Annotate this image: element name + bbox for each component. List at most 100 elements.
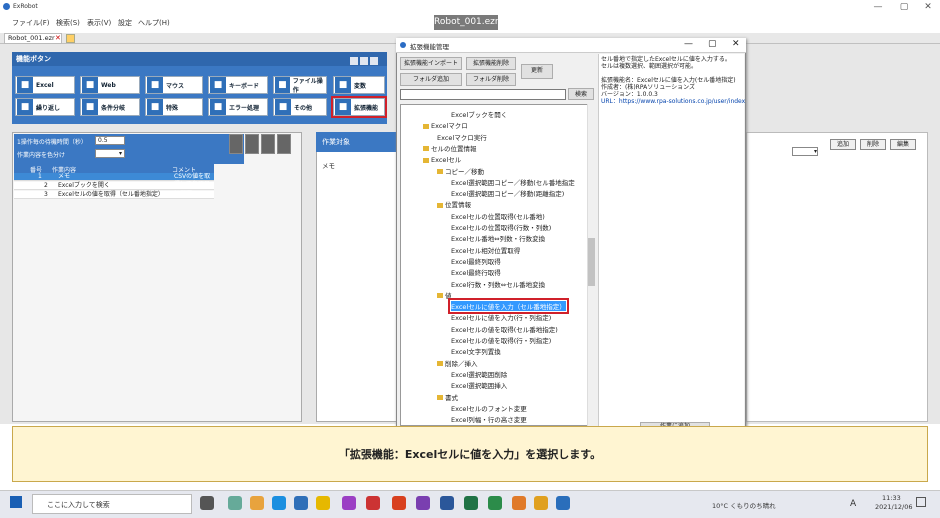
butterfly-icon[interactable] [250, 496, 264, 510]
wait-time-input[interactable]: 0.5 [95, 136, 125, 145]
tree-scroll-thumb[interactable] [588, 238, 595, 286]
tree-folder[interactable]: セルの位置情報 [423, 143, 477, 153]
tree-folder[interactable]: 値 [437, 290, 452, 300]
tree-item[interactable]: Excel選択範囲コピー／移動(距離指定) [451, 188, 564, 198]
tree-item[interactable]: Excelセル番地⇔列数・行数変換 [451, 233, 545, 243]
tree-item[interactable]: Excelセルに値を入力(行・列指定) [451, 312, 551, 322]
tree-item[interactable]: Excel選択範囲挿入 [451, 380, 507, 390]
tree-folder[interactable]: 削除／挿入 [437, 358, 478, 368]
tree-item[interactable]: Excelセルに値を入力（セル番地指定） [448, 298, 569, 315]
delete-extension-button[interactable]: 拡張機能削除 [466, 57, 516, 70]
tree-folder[interactable]: コピー／移動 [437, 166, 484, 176]
table-row[interactable]: 1 メモ CSVの値を取得して各項目に設定 [14, 173, 214, 196]
refresh-button[interactable]: 更新 [521, 64, 553, 79]
extension-search-input[interactable] [400, 89, 566, 100]
ie-icon[interactable] [294, 496, 308, 510]
tree-item[interactable]: Excel最終列取得 [451, 256, 501, 266]
exrobot-icon[interactable] [556, 496, 570, 510]
ime-indicator[interactable]: A [850, 499, 856, 509]
menu-settings[interactable]: 設定 [118, 18, 132, 28]
powerpoint-icon[interactable] [392, 496, 406, 510]
tree-item[interactable]: Excel選択範囲削除 [451, 369, 507, 379]
document-tab[interactable]: Robot_001.ezr [4, 33, 62, 44]
firefox-icon[interactable] [512, 496, 526, 510]
edge-icon[interactable] [272, 496, 286, 510]
app-red-icon[interactable] [366, 496, 380, 510]
func-button-mouse[interactable]: ■ マウス [145, 76, 203, 94]
func-button-special[interactable]: ■ 特殊 [145, 98, 203, 116]
app-purple-icon[interactable] [342, 496, 356, 510]
explorer-icon[interactable] [316, 496, 330, 510]
color-select[interactable]: ▾ [95, 149, 125, 158]
tree-folder[interactable]: Excelマクロ [423, 120, 468, 130]
stop-button[interactable] [229, 134, 243, 154]
weather-status[interactable]: 10°C くもりのち晴れ [712, 500, 776, 510]
task-view-icon[interactable] [200, 496, 214, 510]
menu-view[interactable]: 表示(V) [87, 18, 111, 28]
dialog-minimize-button[interactable]: — [684, 39, 693, 49]
tree-item[interactable]: Excelブックを開く [451, 109, 507, 119]
extension-search-button[interactable]: 検索 [568, 88, 594, 100]
add-folder-button[interactable]: フォルダ追加 [400, 73, 462, 86]
widget-icon[interactable] [228, 496, 242, 510]
func-button-folder[interactable]: ■ ファイル操作 [273, 76, 327, 94]
tree-item[interactable]: Excelセルの値を取得(行・列指定) [451, 335, 551, 345]
menu-file[interactable]: ファイル(F) [12, 18, 50, 28]
new-tab-icon[interactable] [66, 34, 75, 43]
taskbar-search[interactable]: ここに入力して検索 [32, 494, 192, 514]
tab-close-icon[interactable]: ✕ [55, 34, 61, 42]
tree-item[interactable]: Excelセルのフォント変更 [451, 403, 527, 413]
menu-help[interactable]: ヘルプ(H) [138, 18, 170, 28]
func-button-tools[interactable]: ■ 拡張機能 [331, 96, 387, 118]
tree-item[interactable]: Excel選択範囲コピー／移動(セル番地指定 [451, 177, 575, 187]
word-icon[interactable] [440, 496, 454, 510]
tree-item[interactable]: Excelセルの値を取得(セル番地指定) [451, 324, 558, 334]
func-button-keyboard[interactable]: ■ キーボード [208, 76, 268, 94]
dialog-maximize-button[interactable]: ▢ [708, 39, 717, 49]
start-icon[interactable] [10, 496, 22, 508]
close-button[interactable]: ✕ [916, 0, 940, 14]
property-select[interactable]: ▾ [792, 147, 818, 156]
onenote-icon[interactable] [416, 496, 430, 510]
extension-tree[interactable]: Excelブックを開く Excelマクロ Excelマクロ実行 セルの位置情報 Exce… [400, 104, 596, 426]
edit-button[interactable]: 編集 [890, 139, 916, 150]
tree-item[interactable]: Excel列幅・行の高さ変更 [451, 414, 527, 424]
line-button[interactable] [261, 134, 275, 154]
add-button[interactable]: 追加 [830, 139, 856, 150]
excel-icon[interactable] [464, 496, 478, 510]
clock-time[interactable]: 11:33 [882, 494, 901, 502]
clock-date[interactable]: 2021/12/06 [875, 503, 912, 511]
minimize-button[interactable]: — [866, 0, 890, 14]
table-row[interactable]: 2 Excelブックを開く [14, 182, 214, 190]
func-button-excel[interactable]: ■ Excel [15, 76, 75, 94]
app-green-icon[interactable] [488, 496, 502, 510]
play-button[interactable] [277, 134, 291, 154]
delete-button[interactable]: 削除 [860, 139, 886, 150]
func-button-bulb[interactable]: ■ その他 [273, 98, 327, 116]
panel-toggle-2[interactable] [360, 57, 368, 65]
tree-item[interactable]: Excelセル相対位置取得 [451, 245, 520, 255]
tree-folder[interactable]: 書式 [437, 392, 458, 402]
tree-item[interactable]: Excelセルの位置取得(セル番地) [451, 211, 545, 221]
func-button-globe[interactable]: ■ Web [80, 76, 140, 94]
func-button-variable[interactable]: ■ 変数 [333, 76, 385, 94]
folder-app-icon[interactable] [534, 496, 548, 510]
table-row[interactable]: 3 Excelセルの値を取得（セル番地指定） [14, 191, 214, 199]
tree-item[interactable]: Excel行数・列数⇔セル番地変換 [451, 279, 545, 289]
description-line[interactable]: URL：https://www.rpa-solutions.co.jp/user… [601, 98, 745, 105]
panel-toggle-3[interactable] [370, 57, 378, 65]
tree-item[interactable]: Excel文字列置換 [451, 346, 501, 356]
panel-toggle-1[interactable] [350, 57, 358, 65]
tree-folder[interactable]: Excelセル [423, 154, 461, 164]
tree-folder[interactable]: 位置情報 [437, 199, 471, 209]
dialog-close-button[interactable]: ✕ [732, 39, 740, 49]
step-button[interactable] [245, 134, 259, 154]
func-button-repeat[interactable]: ■ 繰り返し [15, 98, 75, 116]
import-extension-button[interactable]: 拡張機能インポート [400, 57, 462, 70]
func-button-branch[interactable]: ■ 条件分岐 [80, 98, 140, 116]
menu-search[interactable]: 検索(S) [56, 18, 80, 28]
tree-item[interactable]: Excelセルの位置取得(行数・列数) [451, 222, 551, 232]
maximize-button[interactable]: ▢ [892, 0, 916, 14]
tree-item[interactable]: Excelマクロ実行 [437, 132, 487, 142]
tree-item[interactable]: Excel最終行取得 [451, 267, 501, 277]
